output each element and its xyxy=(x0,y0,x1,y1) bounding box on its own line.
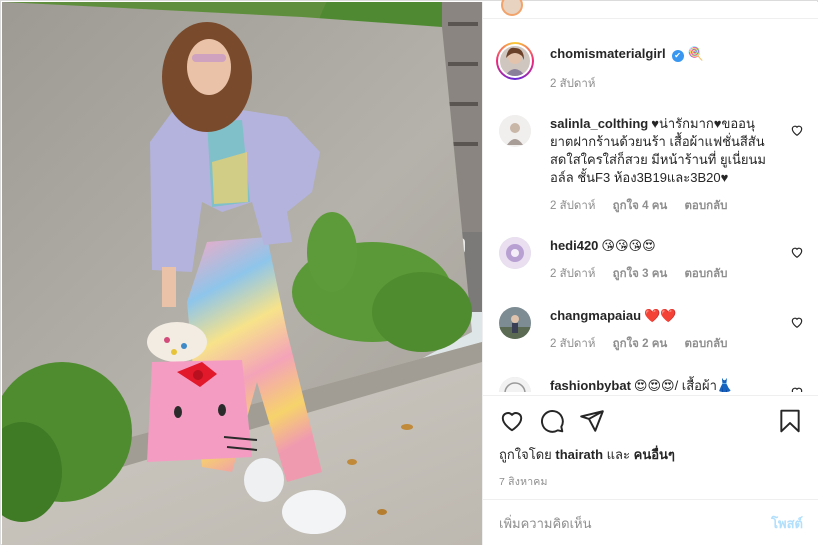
comment-like-heart-icon[interactable] xyxy=(790,315,804,329)
comment-meta: 2 สัปดาห์ ถูกใจ 4 คน ตอบกลับ xyxy=(550,197,778,215)
caption-body: chomismaterialgirl ✔ 🍭 2 สัปดาห์ xyxy=(550,45,778,93)
caption-time[interactable]: 2 สัปดาห์ xyxy=(550,78,595,90)
comment-input[interactable] xyxy=(499,512,749,534)
post-comment-button[interactable]: โพสต์ xyxy=(771,513,803,534)
comment-body: fashionbybat 😍😍😍/ เสื้อผ้า👗 xyxy=(550,377,778,392)
comment-time[interactable]: 2 สัปดาห์ xyxy=(550,338,595,350)
post-dialog: chomismaterialgirl ✔ 🍭 2 สัปดาห์ salinla_c… xyxy=(0,0,818,545)
caption-meta: 2 สัปดาห์ xyxy=(550,75,778,93)
comment-text: 😍😍😍/ เสื้อผ้า👗 xyxy=(633,378,734,392)
header-avatar[interactable] xyxy=(501,0,523,16)
avatar-author[interactable] xyxy=(496,42,534,80)
comment-username[interactable]: hedi420 xyxy=(550,238,598,253)
comment-likes[interactable]: ถูกใจ 3 คน xyxy=(613,268,668,280)
post-photo[interactable] xyxy=(2,2,482,545)
comment-meta: 2 สัปดาห์ ถูกใจ 2 คน ตอบกลับ xyxy=(550,335,778,353)
comments-list[interactable]: chomismaterialgirl ✔ 🍭 2 สัปดาห์ salinla_c… xyxy=(483,20,818,392)
comment-likes[interactable]: ถูกใจ 4 คน xyxy=(613,200,668,212)
verified-badge-icon: ✔ xyxy=(671,50,684,62)
panel-header-strip xyxy=(483,0,818,19)
liked-by-user[interactable]: thairath xyxy=(555,447,603,462)
comment-body: salinla_colthing ♥น่ารักมาก♥ขออนุยาตฝากร้… xyxy=(550,115,778,215)
comment-body: changmapaiau ❤️❤️ 2 สัปดาห์ ถูกใจ 2 คน ตอ… xyxy=(550,307,778,353)
share-paper-plane-icon[interactable] xyxy=(579,408,605,434)
reply-button[interactable]: ตอบกลับ xyxy=(684,200,727,212)
avatar-salinla[interactable] xyxy=(499,115,531,147)
post-date[interactable]: 7 สิงหาคม xyxy=(499,473,803,490)
comment-username[interactable]: changmapaiau xyxy=(550,308,641,323)
avatar-hedi420[interactable] xyxy=(499,237,531,269)
comment-like-heart-icon[interactable] xyxy=(790,385,804,392)
liked-by-and: และ xyxy=(606,447,630,462)
avatar-fashionbybat[interactable] xyxy=(499,377,531,392)
like-heart-icon[interactable] xyxy=(499,408,525,434)
photo-illustration xyxy=(2,2,482,545)
author-username[interactable]: chomismaterialgirl xyxy=(550,46,666,61)
avatar-changmapaiau[interactable] xyxy=(499,307,531,339)
comment-like-heart-icon[interactable] xyxy=(790,245,804,259)
comment-body: hedi420 😘😘😘😍 2 สัปดาห์ ถูกใจ 3 คน ตอบกลับ xyxy=(550,237,778,283)
comment-time[interactable]: 2 สัปดาห์ xyxy=(550,268,595,280)
liked-by-prefix: ถูกใจโดย xyxy=(499,447,552,462)
author-photo xyxy=(498,44,532,78)
comment-username[interactable]: salinla_colthing xyxy=(550,116,648,131)
comment-composer: โพสต์ xyxy=(483,499,818,545)
comment-like-heart-icon[interactable] xyxy=(790,123,804,137)
post-side-panel: chomismaterialgirl ✔ 🍭 2 สัปดาห์ salinla_c… xyxy=(482,0,818,545)
save-bookmark-icon[interactable] xyxy=(777,408,803,434)
liked-by-others[interactable]: คนอื่นๆ xyxy=(634,447,675,462)
reply-button[interactable]: ตอบกลับ xyxy=(684,268,727,280)
comment-meta: 2 สัปดาห์ ถูกใจ 3 คน ตอบกลับ xyxy=(550,265,778,283)
comment-time[interactable]: 2 สัปดาห์ xyxy=(550,200,595,212)
comment-text: 😘😘😘😍 xyxy=(601,238,656,253)
comment-likes[interactable]: ถูกใจ 2 คน xyxy=(613,338,668,350)
lollipop-emoji: 🍭 xyxy=(687,46,704,61)
reply-button[interactable]: ตอบกลับ xyxy=(684,338,727,350)
post-actions: ถูกใจโดย thairath และ คนอื่นๆ 7 สิงหาคม xyxy=(483,395,818,499)
liked-by-line: ถูกใจโดย thairath และ คนอื่นๆ xyxy=(499,444,803,465)
comment-username[interactable]: fashionbybat xyxy=(550,378,631,392)
comment-text: ❤️❤️ xyxy=(644,308,677,323)
action-icons-row xyxy=(499,408,803,436)
comment-bubble-icon[interactable] xyxy=(539,408,565,434)
